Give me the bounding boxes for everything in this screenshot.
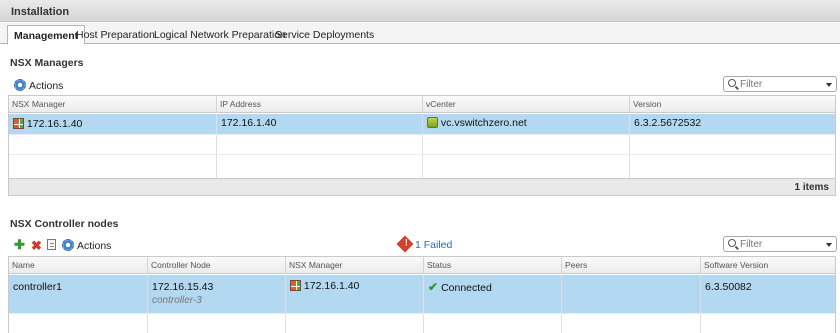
column-header[interactable]: Status bbox=[424, 257, 562, 274]
column-header[interactable]: Software Version bbox=[701, 257, 835, 274]
column-header[interactable]: IP Address bbox=[217, 96, 423, 113]
gear-icon bbox=[14, 79, 26, 91]
controller-nodes-title: NSX Controller nodes bbox=[10, 218, 119, 230]
manager-name: 172.16.1.40 bbox=[26, 118, 83, 130]
gear-icon bbox=[62, 239, 74, 251]
controller-node-name: controller-3 bbox=[152, 295, 202, 306]
controllers-filter[interactable] bbox=[723, 236, 837, 252]
empty-row bbox=[9, 154, 835, 178]
empty-cell bbox=[217, 135, 423, 154]
failed-status-link[interactable]: ! 1 Failed bbox=[396, 235, 453, 253]
empty-row bbox=[9, 134, 835, 154]
controller-manager-ip: 172.16.1.40 bbox=[303, 280, 360, 292]
column-header[interactable]: NSX Manager bbox=[286, 257, 424, 274]
table-row[interactable]: 172.16.1.40 172.16.1.40 vc.vswitchzero.n… bbox=[9, 114, 835, 134]
add-icon[interactable]: ✚ bbox=[14, 238, 25, 251]
alert-icon: ! bbox=[396, 235, 414, 253]
controller-actions-button[interactable]: Actions bbox=[62, 239, 111, 252]
controllers-grid: Name Controller Node NSX Manager Status … bbox=[8, 256, 836, 333]
peers-cell bbox=[562, 275, 701, 313]
column-header[interactable]: Version bbox=[630, 96, 835, 113]
column-header[interactable]: Controller Node bbox=[148, 257, 286, 274]
nsx-managers-filter[interactable] bbox=[723, 76, 837, 92]
controller-manager-cell: 172.16.1.40 bbox=[286, 275, 424, 313]
empty-cell bbox=[562, 314, 701, 333]
actions-label: Actions bbox=[77, 240, 112, 252]
item-count: 1 items bbox=[9, 178, 835, 195]
empty-cell bbox=[148, 314, 286, 333]
controller-ip: 172.16.15.43 bbox=[152, 281, 214, 293]
chevron-down-icon[interactable] bbox=[826, 243, 832, 247]
nsx-managers-filter-input[interactable] bbox=[740, 78, 820, 90]
chevron-down-icon[interactable] bbox=[826, 83, 832, 87]
manager-cell: 172.16.1.40 bbox=[9, 114, 217, 134]
nsx-manager-icon bbox=[290, 280, 301, 291]
grid-header: Name Controller Node NSX Manager Status … bbox=[9, 257, 835, 274]
empty-cell bbox=[9, 155, 217, 178]
empty-cell bbox=[423, 155, 630, 178]
empty-cell bbox=[217, 155, 423, 178]
column-header[interactable]: Name bbox=[9, 257, 148, 274]
status-text: Connected bbox=[441, 282, 492, 294]
failed-label: 1 Failed bbox=[415, 239, 453, 251]
empty-cell bbox=[423, 135, 630, 154]
empty-cell bbox=[9, 135, 217, 154]
controller-node-cell: 172.16.15.43 controller-3 bbox=[148, 275, 286, 313]
vcenter-icon bbox=[427, 117, 438, 128]
tab-service-deployments[interactable]: Service Deployments bbox=[269, 26, 380, 44]
nsx-managers-grid: NSX Manager IP Address vCenter Version 1… bbox=[8, 95, 836, 196]
panel-title: Installation bbox=[0, 0, 840, 22]
controllers-filter-input[interactable] bbox=[740, 238, 820, 250]
nsx-managers-actions-button[interactable]: Actions bbox=[14, 79, 63, 92]
document-icon[interactable] bbox=[47, 239, 56, 250]
empty-cell bbox=[286, 314, 424, 333]
controller-name-cell: controller1 bbox=[9, 275, 148, 313]
empty-cell bbox=[424, 314, 562, 333]
check-icon: ✔ bbox=[428, 280, 439, 294]
delete-icon[interactable]: ✖ bbox=[31, 239, 42, 252]
vcenter-name: vc.vswitchzero.net bbox=[440, 117, 527, 129]
column-header[interactable]: NSX Manager bbox=[9, 96, 217, 113]
nsx-managers-title: NSX Managers bbox=[10, 57, 84, 69]
search-icon bbox=[728, 239, 736, 247]
nsx-manager-icon bbox=[13, 118, 24, 129]
tab-strip: Management Host Preparation Logical Netw… bbox=[0, 23, 840, 45]
vcenter-cell: vc.vswitchzero.net bbox=[423, 114, 630, 134]
empty-row bbox=[9, 313, 835, 333]
ip-cell: 172.16.1.40 bbox=[217, 114, 423, 134]
search-icon bbox=[728, 79, 736, 87]
grid-header: NSX Manager IP Address vCenter Version bbox=[9, 96, 835, 113]
software-version-cell: 6.3.50082 bbox=[705, 281, 752, 293]
column-header[interactable]: Peers bbox=[562, 257, 701, 274]
table-row[interactable]: controller1 172.16.15.43 controller-3 17… bbox=[9, 275, 835, 313]
empty-cell bbox=[9, 314, 148, 333]
actions-label: Actions bbox=[29, 80, 64, 92]
version-cell: 6.3.2.5672532 bbox=[634, 117, 702, 129]
status-cell: ✔ Connected bbox=[424, 275, 562, 313]
column-header[interactable]: vCenter bbox=[423, 96, 630, 113]
